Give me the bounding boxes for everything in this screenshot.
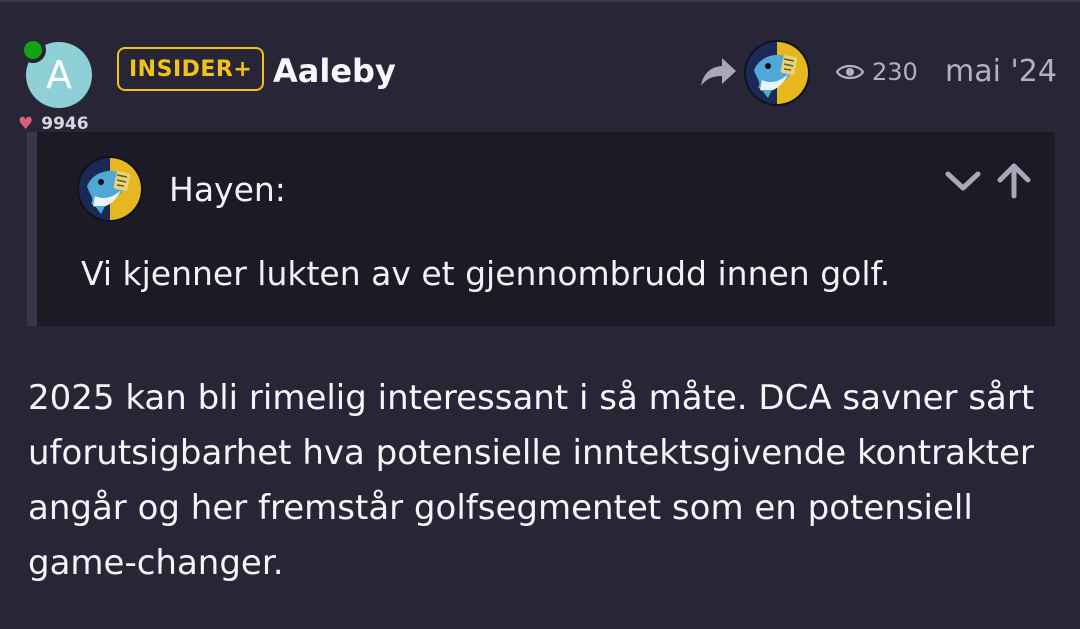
post-body: 2025 kan bli rimelig interessant i så må…: [28, 371, 1058, 591]
insider-badge[interactable]: INSIDER+: [117, 47, 265, 91]
avatar-letter: A: [46, 53, 72, 97]
like-count: ♥ 9946: [18, 114, 89, 134]
eye-icon: [836, 64, 864, 80]
top-divider: [0, 0, 1080, 2]
author-username[interactable]: Aaleby: [273, 52, 396, 90]
view-count-value: 230: [872, 58, 918, 86]
reply-to-avatar[interactable]: [744, 40, 810, 106]
quote-author-avatar[interactable]: [77, 156, 143, 222]
chevron-down-icon[interactable]: [943, 166, 983, 196]
quote-block: Hayen: Vi kjenner lukten av et gjennombr…: [27, 132, 1055, 326]
view-count: 230: [836, 58, 918, 86]
heart-icon: ♥: [18, 114, 34, 134]
online-status-indicator: [20, 37, 46, 63]
quote-text: Vi kjenner lukten av et gjennombrudd inn…: [81, 254, 891, 293]
quote-author-name: Hayen:: [169, 170, 286, 209]
post-paragraph: 2025 kan bli rimelig interessant i så må…: [28, 378, 1035, 583]
share-icon[interactable]: [700, 56, 738, 88]
post-date[interactable]: mai '24: [945, 54, 1057, 89]
like-count-value: 9946: [41, 114, 89, 134]
arrow-up-icon[interactable]: [994, 162, 1034, 200]
badge-label: INSIDER+: [129, 56, 253, 82]
